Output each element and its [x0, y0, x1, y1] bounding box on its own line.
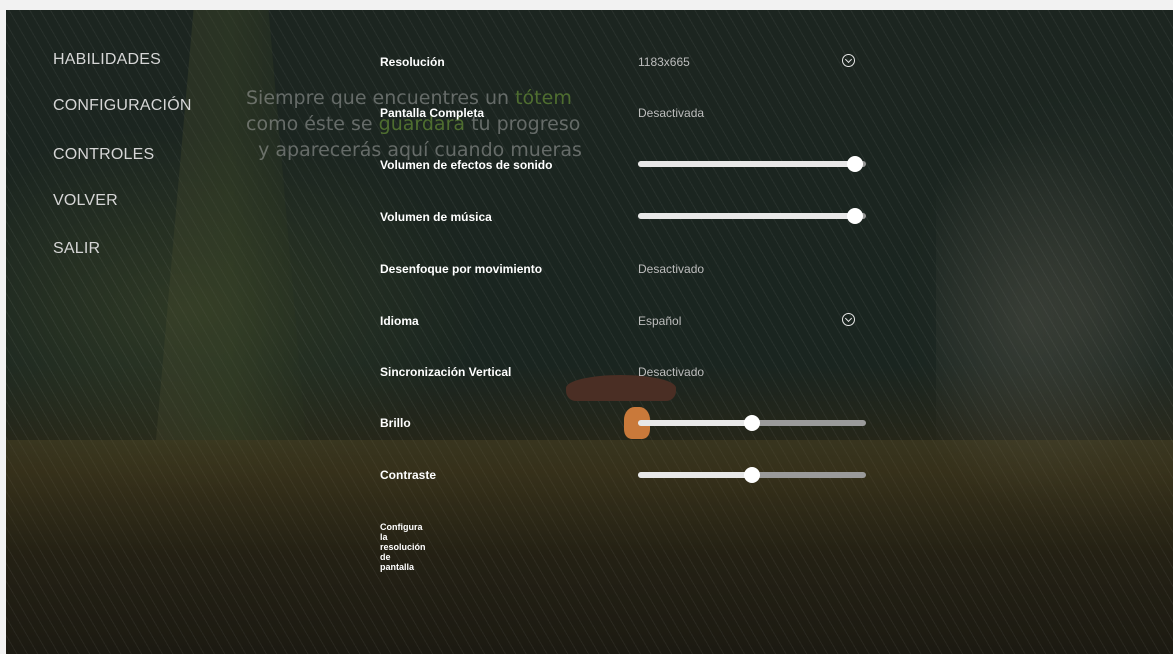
resolution-label: Resolución — [380, 55, 445, 69]
sfx-volume-label: Volumen de efectos de sonido — [380, 158, 553, 172]
ground — [6, 440, 1173, 550]
music-volume-label: Volumen de música — [380, 210, 492, 224]
menu-item-salir[interactable]: SALIR — [53, 237, 100, 261]
chevron-down-circle-icon[interactable] — [842, 54, 855, 67]
setting-description: Configura la resolución de pantalla — [380, 522, 426, 572]
slider-fill — [638, 161, 855, 167]
background-hint-text: Siempre que encuentres un tótem como ést… — [246, 87, 582, 161]
chevron-down-circle-icon[interactable] — [842, 313, 855, 326]
menu-item-habilidades[interactable]: HABILIDADES — [53, 48, 161, 72]
tree-trunk — [156, 10, 306, 440]
slider-fill — [638, 213, 855, 219]
vsync-label: Sincronización Vertical — [380, 365, 512, 379]
contrast-label: Contraste — [380, 468, 437, 482]
game-settings-screen: Siempre que encuentres un tótem como ést… — [6, 10, 1173, 654]
slider-thumb[interactable] — [846, 156, 863, 172]
slider-thumb[interactable] — [744, 415, 760, 431]
contrast-slider[interactable] — [638, 467, 866, 483]
fullscreen-value[interactable]: Desactivada — [638, 106, 704, 120]
music-volume-slider[interactable] — [638, 208, 866, 224]
language-label: Idioma — [380, 314, 419, 328]
sfx-volume-slider[interactable] — [638, 156, 866, 172]
vsync-value[interactable]: Desactivado — [638, 365, 704, 379]
language-value[interactable]: Español — [638, 314, 681, 328]
motion-blur-label: Desenfoque por movimiento — [380, 262, 543, 276]
hut — [566, 375, 676, 445]
fullscreen-label: Pantalla Completa — [380, 106, 485, 120]
menu-item-controles[interactable]: CONTROLES — [53, 143, 154, 167]
resolution-value[interactable]: 1183x665 — [638, 55, 690, 69]
brightness-slider[interactable] — [638, 415, 866, 431]
menu-item-volver[interactable]: VOLVER — [53, 189, 118, 213]
slider-fill — [638, 472, 752, 478]
slider-fill — [638, 420, 752, 426]
menu-item-configuracion[interactable]: CONFIGURACIÓN — [53, 94, 192, 118]
slider-thumb[interactable] — [744, 467, 760, 483]
motion-blur-value[interactable]: Desactivado — [638, 262, 704, 276]
brightness-label: Brillo — [380, 416, 411, 430]
slider-thumb[interactable] — [846, 208, 863, 224]
